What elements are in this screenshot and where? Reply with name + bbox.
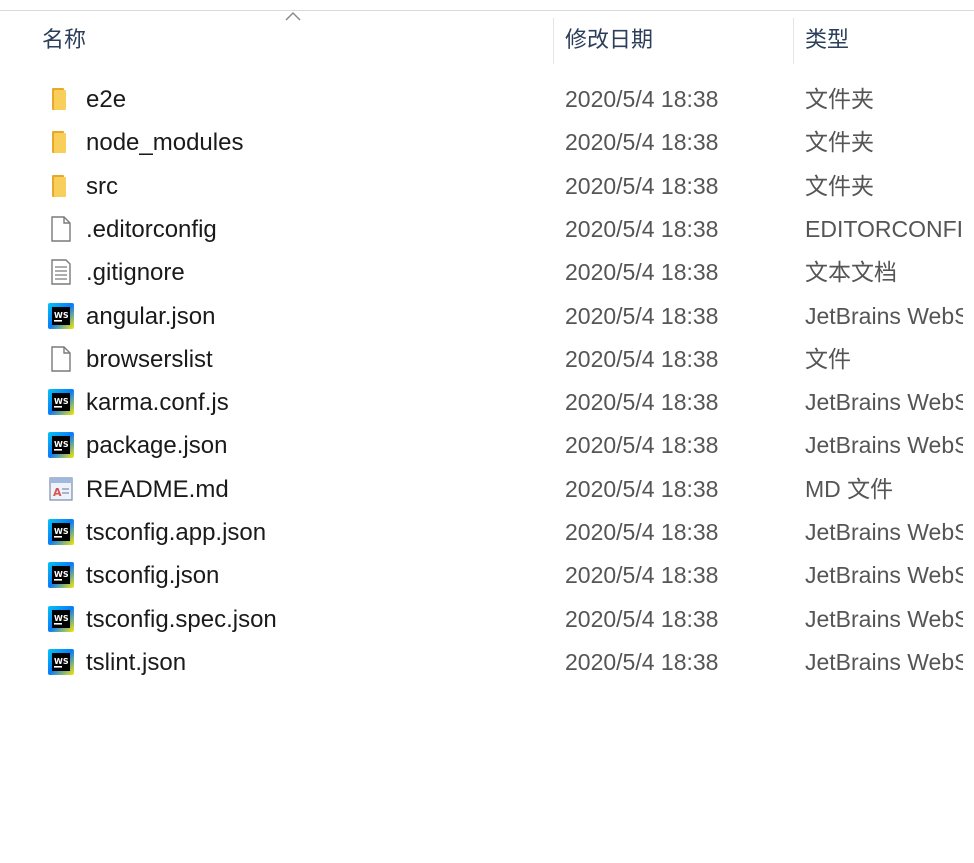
- file-type: JetBrains WebStorm: [805, 562, 963, 588]
- file-row[interactable]: WS karma.conf.js 2020/5/4 18:38 JetBrains W…: [0, 381, 974, 424]
- file-name: tsconfig.app.json: [86, 519, 267, 546]
- file-type: JetBrains WebStorm: [805, 649, 963, 675]
- file-name: .gitignore: [86, 259, 185, 286]
- column-divider[interactable]: [553, 18, 554, 64]
- column-header-date[interactable]: 修改日期: [565, 18, 785, 64]
- markdown-file-icon: A: [46, 474, 76, 504]
- file-row[interactable]: node_modules 2020/5/4 18:38 文件夹: [0, 121, 974, 164]
- file-type: 文件夹: [805, 173, 874, 199]
- svg-text:WS: WS: [54, 614, 69, 623]
- file-type: JetBrains WebStorm: [805, 303, 963, 329]
- file-type: 文件夹: [805, 129, 874, 155]
- file-row[interactable]: WS package.json 2020/5/4 18:38 JetBrains We…: [0, 424, 974, 467]
- header-top-border: [0, 10, 974, 11]
- file-modified-date: 2020/5/4 18:38: [565, 562, 719, 588]
- file-type: MD 文件: [805, 476, 894, 502]
- file-type: 文件夹: [805, 86, 874, 112]
- file-modified-date: 2020/5/4 18:38: [565, 86, 719, 112]
- svg-text:WS: WS: [54, 397, 69, 406]
- file-row[interactable]: WS angular.json 2020/5/4 18:38 JetBrains We…: [0, 295, 974, 338]
- file-name: tsconfig.json: [86, 562, 220, 589]
- file-modified-date: 2020/5/4 18:38: [565, 173, 719, 199]
- file-name: browserslist: [86, 346, 213, 373]
- webstorm-file-icon: WS: [46, 560, 76, 590]
- text-file-icon: [46, 257, 76, 287]
- webstorm-file-icon: WS: [46, 430, 76, 460]
- file-row[interactable]: A README.md 2020/5/4 18:38 MD 文件: [0, 468, 974, 511]
- file-row[interactable]: .gitignore 2020/5/4 18:38 文本文档: [0, 251, 974, 294]
- file-type: 文本文档: [805, 259, 897, 285]
- file-name: angular.json: [86, 303, 216, 330]
- file-modified-date: 2020/5/4 18:38: [565, 303, 719, 329]
- webstorm-file-icon: WS: [46, 604, 76, 634]
- file-name: node_modules: [86, 129, 244, 156]
- file-type: JetBrains WebStorm: [805, 519, 963, 545]
- file-modified-date: 2020/5/4 18:38: [565, 476, 719, 502]
- file-name: package.json: [86, 432, 228, 459]
- blank-file-icon: [46, 344, 76, 374]
- file-type: 文件: [805, 346, 851, 372]
- folder-icon: [46, 171, 76, 201]
- file-modified-date: 2020/5/4 18:38: [565, 389, 719, 415]
- file-name: .editorconfig: [86, 216, 217, 243]
- file-modified-date: 2020/5/4 18:38: [565, 129, 719, 155]
- file-row[interactable]: WS tsconfig.app.json 2020/5/4 18:38 JetBrai…: [0, 511, 974, 554]
- file-type: JetBrains WebStorm: [805, 389, 963, 415]
- file-modified-date: 2020/5/4 18:38: [565, 519, 719, 545]
- file-type: JetBrains WebStorm: [805, 432, 963, 458]
- webstorm-file-icon: WS: [46, 517, 76, 547]
- folder-icon: [46, 84, 76, 114]
- file-modified-date: 2020/5/4 18:38: [565, 259, 719, 285]
- svg-text:WS: WS: [54, 311, 69, 320]
- svg-text:WS: WS: [54, 657, 69, 666]
- file-row[interactable]: WS tsconfig.json 2020/5/4 18:38 JetBrains W…: [0, 554, 974, 597]
- column-header-row: 名称 修改日期 类型: [0, 18, 974, 64]
- webstorm-file-icon: WS: [46, 301, 76, 331]
- file-name: tslint.json: [86, 649, 187, 676]
- column-header-type[interactable]: 类型: [805, 18, 965, 64]
- file-modified-date: 2020/5/4 18:38: [565, 649, 719, 675]
- file-name: src: [86, 173, 118, 200]
- file-name: karma.conf.js: [86, 389, 229, 416]
- svg-text:A: A: [53, 486, 62, 499]
- file-type: EDITORCONFIG: [805, 216, 963, 242]
- file-row[interactable]: browserslist 2020/5/4 18:38 文件: [0, 338, 974, 381]
- column-divider[interactable]: [793, 18, 794, 64]
- file-name: e2e: [86, 86, 127, 113]
- file-modified-date: 2020/5/4 18:38: [565, 432, 719, 458]
- file-modified-date: 2020/5/4 18:38: [565, 216, 719, 242]
- folder-icon: [46, 127, 76, 157]
- file-row[interactable]: e2e 2020/5/4 18:38 文件夹: [0, 78, 974, 121]
- webstorm-file-icon: WS: [46, 387, 76, 417]
- svg-text:WS: WS: [54, 527, 69, 536]
- file-name: README.md: [86, 476, 229, 503]
- file-row[interactable]: src 2020/5/4 18:38 文件夹: [0, 165, 974, 208]
- blank-file-icon: [46, 214, 76, 244]
- file-modified-date: 2020/5/4 18:38: [565, 346, 719, 372]
- svg-text:WS: WS: [54, 570, 69, 579]
- column-header-name[interactable]: 名称: [42, 18, 542, 64]
- file-name: tsconfig.spec.json: [86, 606, 277, 633]
- file-type: JetBrains WebStorm: [805, 606, 963, 632]
- file-row[interactable]: .editorconfig 2020/5/4 18:38 EDITORCONFIG: [0, 208, 974, 251]
- svg-text:WS: WS: [54, 440, 69, 449]
- file-modified-date: 2020/5/4 18:38: [565, 606, 719, 632]
- file-row[interactable]: WS tsconfig.spec.json 2020/5/4 18:38 JetBra…: [0, 598, 974, 641]
- webstorm-file-icon: WS: [46, 647, 76, 677]
- file-row[interactable]: WS tslint.json 2020/5/4 18:38 JetBrains Web…: [0, 641, 974, 684]
